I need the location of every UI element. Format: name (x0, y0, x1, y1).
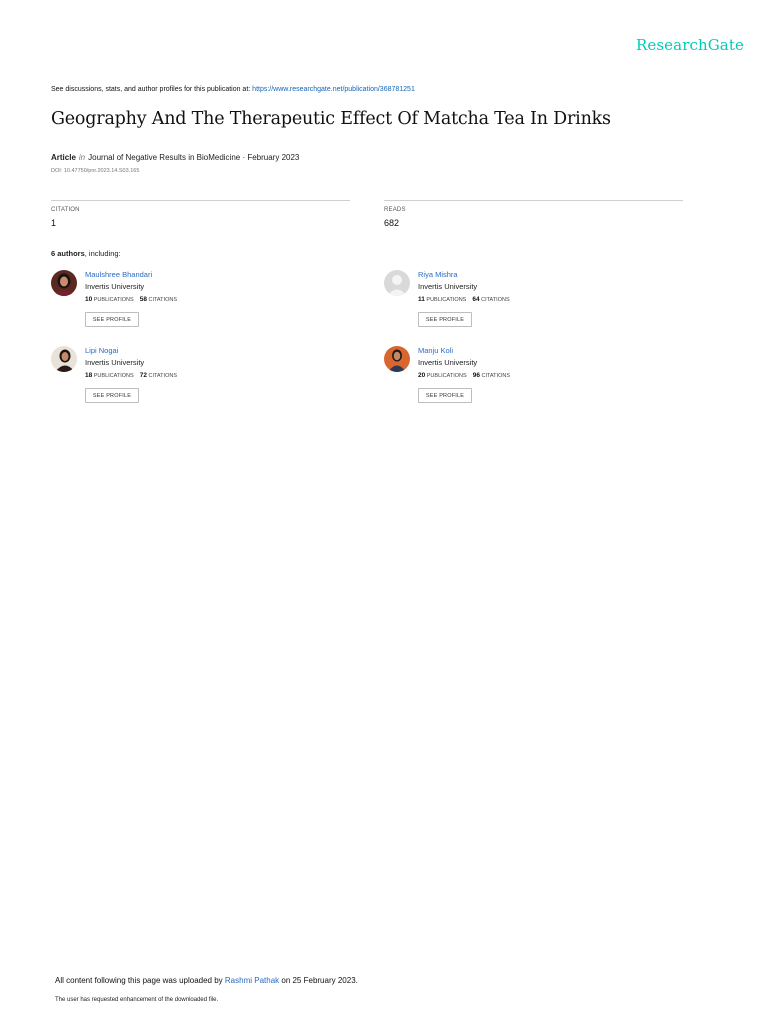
citations-label: CITATIONS (148, 373, 177, 379)
citations-count: 64 (472, 296, 480, 303)
author-stats: 20 PUBLICATIONS 96 CITATIONS (418, 372, 510, 379)
publications-label: PUBLICATIONS (93, 297, 134, 303)
publication-url-link[interactable]: https://www.researchgate.net/publication… (252, 86, 415, 93)
default-avatar-icon[interactable] (384, 270, 410, 296)
author-stats: 11 PUBLICATIONS 64 CITATIONS (418, 296, 510, 303)
see-profile-button[interactable]: SEE PROFILE (418, 388, 472, 403)
uploader-link[interactable]: Rashmi Pathak (225, 976, 279, 985)
publication-title: Geography And The Therapeutic Effect Of … (51, 109, 611, 129)
citation-stat: CITATION 1 (51, 200, 350, 228)
profile-photo-icon[interactable] (384, 346, 410, 372)
publication-journal: Journal of Negative Results in BioMedici… (88, 153, 300, 162)
publications-count: 10 (85, 296, 93, 303)
citations-label: CITATIONS (148, 297, 177, 303)
author-card: Lipi Nogai Invertis University 18 PUBLIC… (51, 346, 331, 416)
author-institution: Invertis University (85, 282, 145, 291)
citations-count: 72 (139, 372, 147, 379)
reads-stat: READS 682 (384, 200, 683, 228)
author-card: Maulshree Bhandari Invertis University 1… (51, 270, 331, 340)
publications-count: 11 (418, 296, 425, 303)
author-institution: Invertis University (85, 358, 145, 367)
author-name-link[interactable]: Lipi Nogai (85, 346, 118, 355)
enhancement-note: The user has requested enhancement of th… (55, 997, 219, 1003)
publication-link-prefix: See discussions, stats, and author profi… (51, 86, 253, 93)
author-name-link[interactable]: Manju Koli (418, 346, 453, 355)
citations-label: CITATIONS (481, 373, 510, 379)
upload-prefix: All content following this page was uplo… (55, 976, 225, 985)
authors-suffix: , including: (84, 249, 121, 258)
authors-count: 6 authors (51, 249, 85, 258)
publications-label: PUBLICATIONS (426, 373, 467, 379)
author-name-link[interactable]: Maulshree Bhandari (85, 270, 152, 279)
author-stats: 10 PUBLICATIONS 58 CITATIONS (85, 296, 177, 303)
citations-label: CITATIONS (481, 297, 510, 303)
publications-label: PUBLICATIONS (426, 297, 467, 303)
upload-suffix: on 25 February 2023. (279, 976, 358, 985)
publication-meta: Article in Journal of Negative Results in … (51, 153, 299, 162)
citations-count: 58 (139, 296, 147, 303)
citations-count: 96 (472, 372, 480, 379)
author-name-link[interactable]: Riya Mishra (418, 270, 458, 279)
publication-in-word: in (78, 153, 86, 162)
author-card: Riya Mishra Invertis University 11 PUBLI… (384, 270, 664, 340)
author-card: Manju Koli Invertis University 20 PUBLIC… (384, 346, 664, 416)
publications-count: 18 (85, 372, 93, 379)
reads-label: READS (384, 207, 406, 213)
publication-doi: DOI: 10.47750/pnr.2023.14.S03.165 (51, 168, 140, 174)
publication-type: Article (51, 153, 76, 162)
profile-photo-icon[interactable] (51, 346, 77, 372)
reads-value: 682 (384, 218, 400, 228)
publications-count: 20 (418, 372, 426, 379)
see-profile-button[interactable]: SEE PROFILE (85, 388, 139, 403)
author-institution: Invertis University (418, 358, 478, 367)
see-profile-button[interactable]: SEE PROFILE (85, 312, 139, 327)
profile-photo-icon[interactable] (51, 270, 77, 296)
author-institution: Invertis University (418, 282, 478, 291)
citation-label: CITATION (51, 207, 80, 213)
publications-label: PUBLICATIONS (93, 373, 134, 379)
see-profile-button[interactable]: SEE PROFILE (418, 312, 472, 327)
authors-heading: 6 authors, including: (51, 249, 121, 258)
upload-note: All content following this page was uplo… (55, 976, 358, 985)
author-stats: 18 PUBLICATIONS 72 CITATIONS (85, 372, 177, 379)
citation-value: 1 (51, 218, 57, 228)
publication-link-note: See discussions, stats, and author profi… (51, 86, 415, 93)
researchgate-logo[interactable]: ResearchGate (636, 36, 744, 54)
